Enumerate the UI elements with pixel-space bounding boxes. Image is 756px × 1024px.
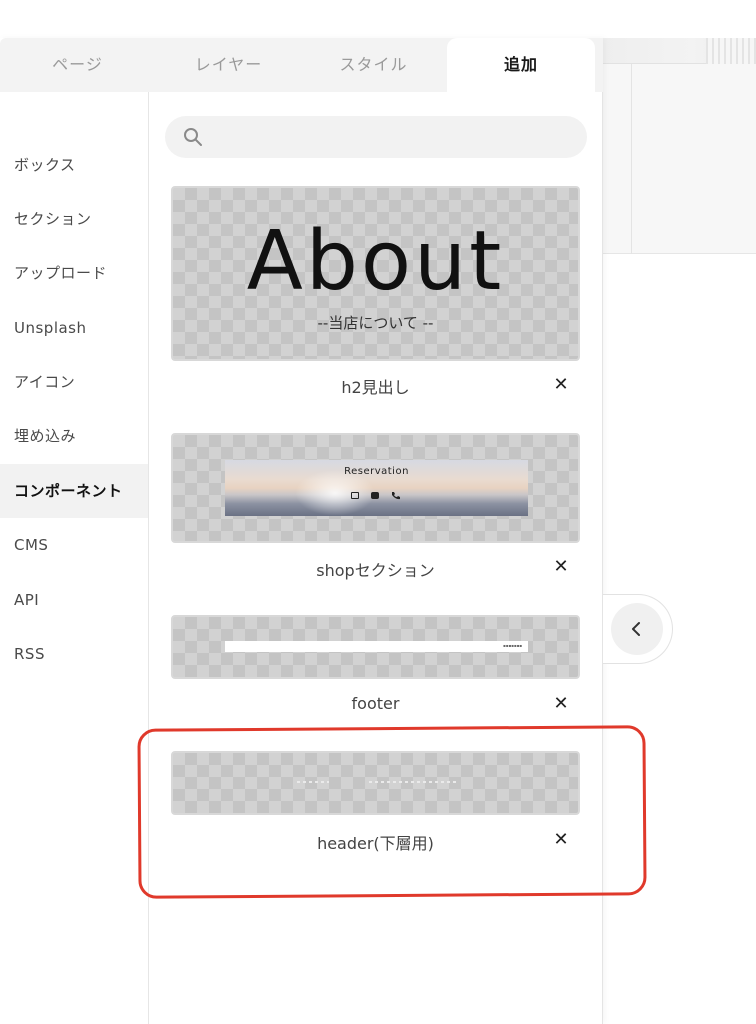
tab-page[interactable]: ページ <box>0 38 155 92</box>
mail-icon <box>351 492 359 499</box>
preview-footer-text: ▪▪▪▪▪▪▪ <box>503 643 522 648</box>
component-label-shop: shopセクション <box>316 561 435 580</box>
close-icon[interactable]: ✕ <box>551 375 571 395</box>
preview-about-subtitle: --当店について -- <box>317 314 434 332</box>
preview-reservation-image: Reservation <box>225 460 528 516</box>
preview-footer-bar: ▪▪▪▪▪▪▪ <box>225 641 528 652</box>
canvas-ruler <box>706 38 756 64</box>
sidebar-item-component[interactable]: コンポーネント <box>0 464 148 518</box>
tab-layer[interactable]: レイヤー <box>151 38 306 92</box>
close-icon[interactable]: ✕ <box>551 557 571 577</box>
sidebar-item-cms[interactable]: CMS <box>0 518 148 572</box>
preview-contact-icons <box>351 492 403 502</box>
panel-collapse-handle <box>603 594 673 664</box>
preview-reservation-title: Reservation <box>344 466 409 477</box>
collapse-panel-button[interactable] <box>611 603 663 655</box>
component-thumbnail-footer[interactable]: ▪▪▪▪▪▪▪ <box>171 615 580 679</box>
tab-add[interactable]: 追加 <box>447 38 595 92</box>
canvas-preview <box>600 38 756 254</box>
sidebar-item-embed[interactable]: 埋め込み <box>0 409 148 463</box>
search-icon <box>184 128 202 146</box>
sidebar-item-section[interactable]: セクション <box>0 192 148 246</box>
category-sidebar: ボックス セクション アップロード Unsplash アイコン 埋め込み コンポ… <box>0 92 149 1024</box>
tab-style[interactable]: スタイル <box>296 38 451 92</box>
sidebar-item-box[interactable]: ボックス <box>0 138 148 192</box>
sidebar-item-rss[interactable]: RSS <box>0 627 148 681</box>
component-label-h2: h2見出し <box>341 378 410 397</box>
close-icon[interactable]: ✕ <box>551 694 571 714</box>
panel-tabs: ページ レイヤー スタイル 追加 <box>0 38 603 92</box>
phone-icon <box>392 492 400 500</box>
search-input[interactable] <box>213 116 573 158</box>
sidebar-item-upload[interactable]: アップロード <box>0 246 148 300</box>
sidebar-item-api[interactable]: API <box>0 573 148 627</box>
sidebar-item-icon[interactable]: アイコン <box>0 355 148 409</box>
preview-about-title: About <box>246 214 505 309</box>
component-label-footer: footer <box>351 694 400 713</box>
search-box <box>165 116 587 158</box>
component-thumbnail-h2[interactable]: About --当店について -- <box>171 186 580 361</box>
highlight-annotation <box>137 725 647 899</box>
instagram-icon <box>371 492 379 499</box>
canvas-guide-line <box>631 64 632 254</box>
component-thumbnail-shop[interactable]: Reservation <box>171 433 580 543</box>
chevron-left-icon <box>632 622 640 636</box>
sidebar-item-unsplash[interactable]: Unsplash <box>0 301 148 355</box>
